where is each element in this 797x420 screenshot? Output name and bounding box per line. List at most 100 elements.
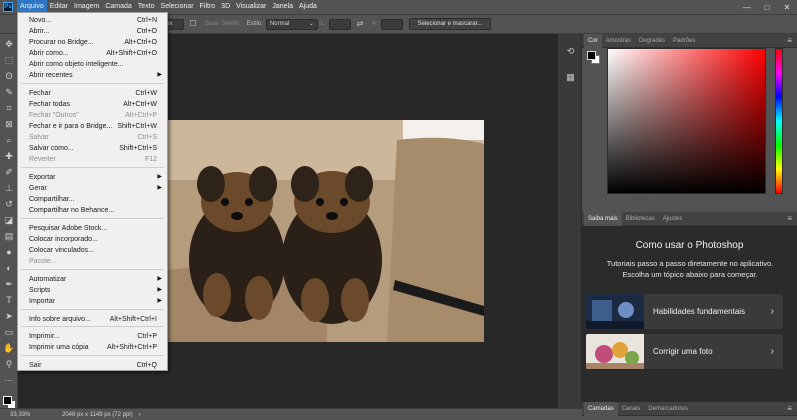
type-tool-icon[interactable]: T [3, 294, 15, 306]
menu-item[interactable]: Fechar Ctrl+W [18, 88, 167, 99]
zoom-tool-icon[interactable]: ⚲ [3, 358, 15, 370]
select-and-mask-button[interactable]: Selecionar e mascarar... [408, 18, 492, 30]
tab-cor[interactable]: Cor [584, 33, 602, 48]
swap-icon[interactable]: ⇄ [355, 19, 365, 29]
menu-separator [21, 355, 164, 356]
lasso-tool-icon[interactable]: ʘ [3, 70, 15, 82]
menu-item[interactable]: Fechar todas Alt+Ctrl+W [18, 99, 167, 110]
panel-menu-icon[interactable]: ≡ [787, 34, 792, 48]
checkbox-icon[interactable]: ☐ [188, 19, 198, 29]
menu-item[interactable]: Pesquisar Adobe Stock... [18, 223, 167, 234]
menu-visualizar[interactable]: Visualizar [233, 0, 269, 14]
menu-item[interactable]: Info sobre arquivo... Alt+Shift+Ctrl+I [18, 314, 167, 325]
menu-item[interactable]: Scripts ▶ [18, 285, 167, 296]
menu-item[interactable]: Gerar ▶ [18, 183, 167, 194]
brush-tool-icon[interactable]: ✐ [3, 166, 15, 178]
menu-separator [21, 83, 164, 84]
menu-item[interactable]: Abrir como... Alt+Shift+Ctrl+O [18, 48, 167, 59]
height-field[interactable] [380, 18, 403, 30]
tab-padroes[interactable]: Padrões [669, 34, 699, 48]
layers-panel-menu-icon[interactable]: ≡ [787, 402, 792, 416]
card-habilidades-fundamentais[interactable]: Habilidades fundamentais › [586, 294, 783, 329]
history-panel-icon[interactable]: ⟲ [565, 46, 576, 57]
frame-tool-icon[interactable]: ⊠ [3, 118, 15, 130]
menu-item[interactable]: Automatizar ▶ [18, 274, 167, 285]
menu-ajuda[interactable]: Ajuda [296, 0, 320, 14]
menu-item[interactable]: Procurar no Bridge... Alt+Ctrl+O [18, 37, 167, 48]
menu-janela[interactable]: Janela [269, 0, 296, 14]
blur-tool-icon[interactable]: ● [3, 246, 15, 258]
tab-bibliotecas[interactable]: Bibliotecas [622, 212, 659, 226]
hand-tool-icon[interactable]: ✋ [3, 342, 15, 354]
menu-item[interactable]: Imprimir uma cópia Alt+Shift+Ctrl+P [18, 342, 167, 353]
style-select[interactable]: Normal ⌄ [265, 18, 318, 30]
menu-item[interactable]: Abrir... Ctrl+O [18, 26, 167, 37]
dodge-tool-icon[interactable]: ◐ [3, 262, 15, 274]
menu-item-shortcut: Ctrl+Q [136, 362, 157, 369]
menu-item[interactable]: Novo... Ctrl+N [18, 15, 167, 26]
path-selection-tool-icon[interactable]: ➤ [3, 310, 15, 322]
foreground-color-swatch[interactable] [3, 396, 12, 405]
menu-item-shortcut: Ctrl+P [137, 333, 157, 340]
tab-demarcadores[interactable]: Demarcadores [644, 402, 691, 416]
menu-item[interactable]: Compartilhar... [18, 194, 167, 205]
history-brush-tool-icon[interactable]: ↺ [3, 198, 15, 210]
learn-panel: Saiba mais Bibliotecas Ajustes ≡ Como us… [582, 211, 797, 406]
learn-panel-menu-icon[interactable]: ≡ [787, 212, 792, 226]
zoom-level[interactable]: 33,33% [10, 412, 62, 418]
menu-3d[interactable]: 3D [218, 0, 233, 14]
marquee-tool-icon[interactable]: ⬚ [3, 54, 15, 66]
layers-panel-tabs: Camadas Canais Demarcadores ≡ [582, 401, 797, 416]
menu-item[interactable]: Colocar incorporado... [18, 234, 167, 245]
menu-item-label: Procurar no Bridge... [29, 39, 94, 46]
clone-stamp-tool-icon[interactable]: ⊥ [3, 182, 15, 194]
color-panel-foreground-swatch[interactable] [587, 51, 596, 60]
menu-item-label: Automatizar [29, 276, 67, 283]
height-label: A: [371, 21, 378, 27]
maximize-button[interactable]: □ [757, 0, 777, 14]
eyedropper-tool-icon[interactable]: ⌕ [3, 134, 15, 146]
menu-item[interactable]: Importar ▶ [18, 296, 167, 307]
chevron-down-icon: ⌄ [308, 20, 314, 27]
tab-camadas[interactable]: Camadas [584, 401, 618, 416]
move-tool-icon[interactable]: ✥ [3, 38, 15, 50]
menu-item[interactable]: Salvar como... Shift+Ctrl+S [18, 143, 167, 154]
document-image [167, 120, 484, 342]
color-picker-field[interactable] [607, 48, 766, 194]
minimize-button[interactable]: — [737, 0, 757, 14]
properties-panel-icon[interactable]: ▦ [565, 72, 576, 83]
tab-ajustes[interactable]: Ajustes [659, 212, 687, 226]
rectangle-tool-icon[interactable]: ▭ [3, 326, 15, 338]
menu-item[interactable]: Abrir recentes ▶ [18, 70, 167, 81]
menu-filtro[interactable]: Filtro [197, 0, 219, 14]
eraser-tool-icon[interactable]: ◪ [3, 214, 15, 226]
status-arrow-icon[interactable]: › [139, 412, 141, 418]
menu-item[interactable]: Fechar e ir para o Bridge... Shift+Ctrl+W [18, 121, 167, 132]
tab-saiba-mais[interactable]: Saiba mais [584, 211, 622, 226]
tab-degrades[interactable]: Degradês [635, 34, 669, 48]
quick-select-tool-icon[interactable]: ✎ [3, 86, 15, 98]
menu-item-label: Scripts [29, 287, 51, 294]
gradient-tool-icon[interactable]: ▤ [3, 230, 15, 242]
status-bar: 33,33% 2048 px x 1149 px (72 ppi) › [0, 408, 582, 420]
card-corrigir-uma-foto[interactable]: Corrigir uma foto › [586, 334, 783, 369]
menu-item[interactable]: Imprimir... Ctrl+P [18, 331, 167, 342]
menu-item-shortcut: Alt+Shift+Ctrl+P [107, 344, 157, 351]
anti-alias-label: Suav. Serrilh. [205, 21, 241, 27]
close-button[interactable]: ✕ [777, 0, 797, 14]
hue-slider[interactable] [775, 48, 783, 194]
menu-item[interactable]: Colocar vinculados... [18, 245, 167, 256]
menu-item[interactable]: Sair Ctrl+Q [18, 360, 167, 371]
healing-brush-tool-icon[interactable]: ✚ [3, 150, 15, 162]
more-tools-icon[interactable]: ⋯ [3, 374, 15, 386]
menu-item[interactable]: Exportar ▶ [18, 172, 167, 183]
submenu-arrow-icon: ▶ [157, 72, 162, 78]
menu-item-label: Importar [29, 298, 56, 305]
menu-item[interactable]: Abrir como objeto inteligente... [18, 59, 167, 70]
tab-amostras[interactable]: Amostras [602, 34, 635, 48]
crop-tool-icon[interactable]: ⌗ [3, 102, 15, 114]
width-field[interactable] [328, 18, 351, 30]
tab-canais[interactable]: Canais [618, 402, 645, 416]
menu-item[interactable]: Compartilhar no Behance... [18, 205, 167, 216]
pen-tool-icon[interactable]: ✒ [3, 278, 15, 290]
